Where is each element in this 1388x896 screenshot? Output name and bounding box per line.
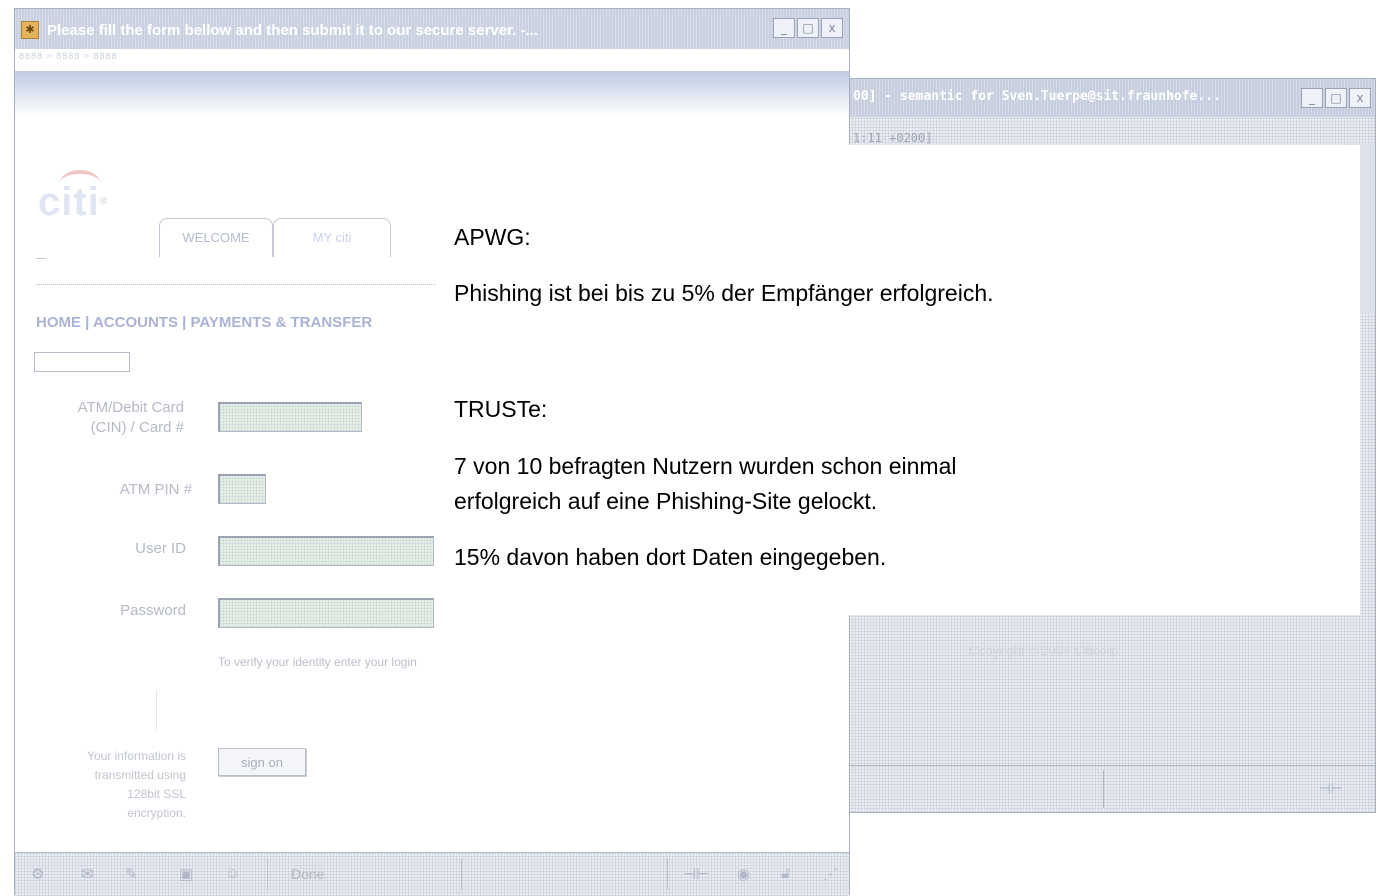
ssl-note: Your information is transmitted using 12…: [87, 749, 186, 820]
apwg-heading: APWG:: [454, 224, 531, 250]
minimize-button[interactable]: _: [1301, 88, 1323, 108]
password-label: Password: [120, 602, 186, 619]
connection-icon: ⊣⊢: [683, 866, 710, 883]
truste-statement-line3: 15% davon haben dort Daten eingegeben.: [454, 544, 887, 570]
login-hint: To verify your identity enter your login: [218, 655, 417, 669]
mail-icon[interactable]: ✉: [81, 865, 94, 883]
app-icon: ✱: [21, 21, 39, 39]
front-window-controls: _ □ x: [773, 18, 843, 38]
address-book-icon[interactable]: ▣: [179, 865, 193, 883]
front-window-title: Please fill the form bellow and then sub…: [47, 22, 538, 39]
back-window-controls: _ □ x: [1301, 88, 1371, 108]
navigator-icon[interactable]: ⚙: [31, 865, 44, 883]
logo-underline: [36, 258, 46, 259]
apwg-statement: Phishing ist bei bis zu 5% der Empfänger…: [454, 280, 994, 306]
status-separator: [461, 859, 462, 890]
security-icon[interactable]: ◉: [737, 865, 750, 883]
truste-statement-line1: 7 von 10 befragten Nutzern wurden schon …: [454, 453, 957, 479]
maximize-button[interactable]: □: [1325, 88, 1347, 108]
truste-statement-line2: erfolgreich auf eine Phishing-Site geloc…: [454, 488, 878, 514]
lock-icon[interactable]: 🔓︎: [781, 865, 791, 882]
timestamp-text: 1:11 +0200]: [853, 131, 933, 145]
close-button[interactable]: x: [821, 18, 843, 38]
resize-grip-icon[interactable]: ⋰: [823, 865, 838, 883]
maximize-button[interactable]: □: [797, 18, 819, 38]
copyright-text: Copyright © 2004 Citicorp: [969, 643, 1119, 658]
front-window-titlebar[interactable]: ✱ Please fill the form bellow and then s…: [15, 9, 849, 49]
status-separator: [267, 859, 268, 890]
small-empty-box: [34, 352, 130, 372]
connection-icon: ⊣⊢: [1318, 780, 1343, 796]
card-number-label: ATM/Debit Card (CIN) / Card #: [77, 399, 184, 436]
header-gradient: [15, 71, 849, 117]
pin-label: ATM PIN #: [119, 481, 192, 498]
pin-field[interactable]: [218, 474, 266, 504]
divider: [156, 690, 157, 730]
front-window-statusbar: ⚙ ✉ ✎ ▣ ☺ Done ⊣⊢ ◉ 🔓︎ ⋰: [15, 852, 849, 896]
password-field[interactable]: [218, 598, 434, 628]
sign-on-button[interactable]: sign on: [218, 748, 306, 776]
user-id-field[interactable]: [218, 536, 434, 566]
status-separator: [1103, 770, 1104, 808]
status-text: Done: [291, 866, 325, 882]
tab-welcome[interactable]: WELCOME: [159, 218, 273, 257]
logo-arc-icon: [60, 170, 100, 196]
main-navigation[interactable]: HOME | ACCOUNTS | PAYMENTS & TRANSFER: [36, 314, 372, 331]
back-window-title: 00] - semantic for Sven.Tuerpe@sit.fraun…: [853, 89, 1221, 104]
divider: [36, 284, 436, 285]
citi-logo: citi®: [38, 170, 108, 222]
card-number-field[interactable]: [218, 402, 362, 432]
user-id-label: User ID: [135, 540, 186, 557]
chat-icon[interactable]: ☺: [225, 865, 240, 882]
tab-my-citi[interactable]: MY citi: [273, 218, 391, 257]
minimize-button[interactable]: _: [773, 18, 795, 38]
breadcrumb: 8888 > 8888 > 8888: [19, 51, 118, 61]
composer-icon[interactable]: ✎: [125, 865, 138, 883]
slide-text-overlay: APWG: Phishing ist bei bis zu 5% der Emp…: [440, 145, 1360, 615]
status-separator: [667, 859, 668, 890]
back-window-statusbar: ⊣⊢: [849, 765, 1375, 812]
truste-heading: TRUSTe:: [454, 396, 548, 422]
close-button[interactable]: x: [1349, 88, 1371, 108]
back-window-titlebar[interactable]: 00] - semantic for Sven.Tuerpe@sit.fraun…: [849, 79, 1375, 117]
